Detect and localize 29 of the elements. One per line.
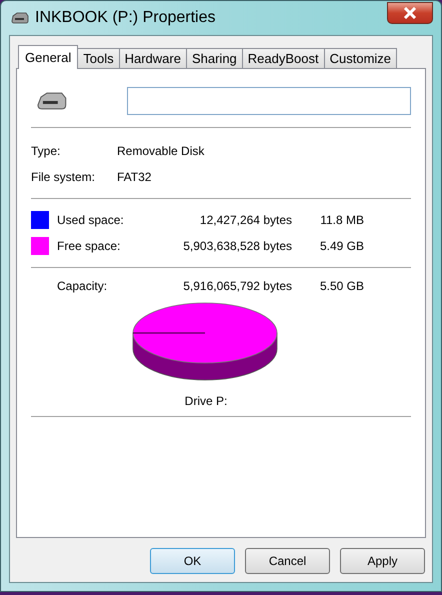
dialog-button[interactable]: Cancel <box>245 548 330 574</box>
capacity-label: Capacity: <box>57 278 108 295</box>
tab[interactable]: Tools <box>77 48 120 68</box>
window-title: INKBOOK (P:) Properties <box>35 8 216 28</box>
dialog-button[interactable]: Apply <box>340 548 425 574</box>
capacity-bytes: 5,916,065,792 bytes <box>182 278 292 295</box>
tab[interactable]: ReadyBoost <box>242 48 325 68</box>
tab[interactable]: Hardware <box>118 48 187 68</box>
usage-label: Used space: <box>57 212 125 229</box>
tab[interactable]: Sharing <box>186 48 243 68</box>
drive-label: Drive P: <box>184 393 228 410</box>
info-value: FAT32 <box>117 169 152 186</box>
dialog-button[interactable]: OK <box>150 548 235 574</box>
close-icon <box>403 7 417 19</box>
tab[interactable]: General <box>18 45 78 69</box>
usage-size: 11.8 MB <box>319 212 364 229</box>
drive-icon <box>11 12 29 24</box>
info-label: File system: <box>31 169 96 186</box>
info-value: Removable Disk <box>117 143 204 160</box>
usage-bytes: 5,903,638,528 bytes <box>182 238 292 255</box>
usage-bytes: 12,427,264 bytes <box>198 212 292 229</box>
usage-label: Free space: <box>57 238 122 255</box>
capacity-size: 5.50 GB <box>318 278 364 295</box>
drive-icon <box>37 91 67 111</box>
usage-size: 5.49 GB <box>318 238 364 255</box>
info-label: Type: <box>31 143 62 160</box>
tab[interactable]: Customize <box>324 48 398 68</box>
name-field[interactable] <box>126 87 411 115</box>
close-button[interactable] <box>387 2 433 24</box>
